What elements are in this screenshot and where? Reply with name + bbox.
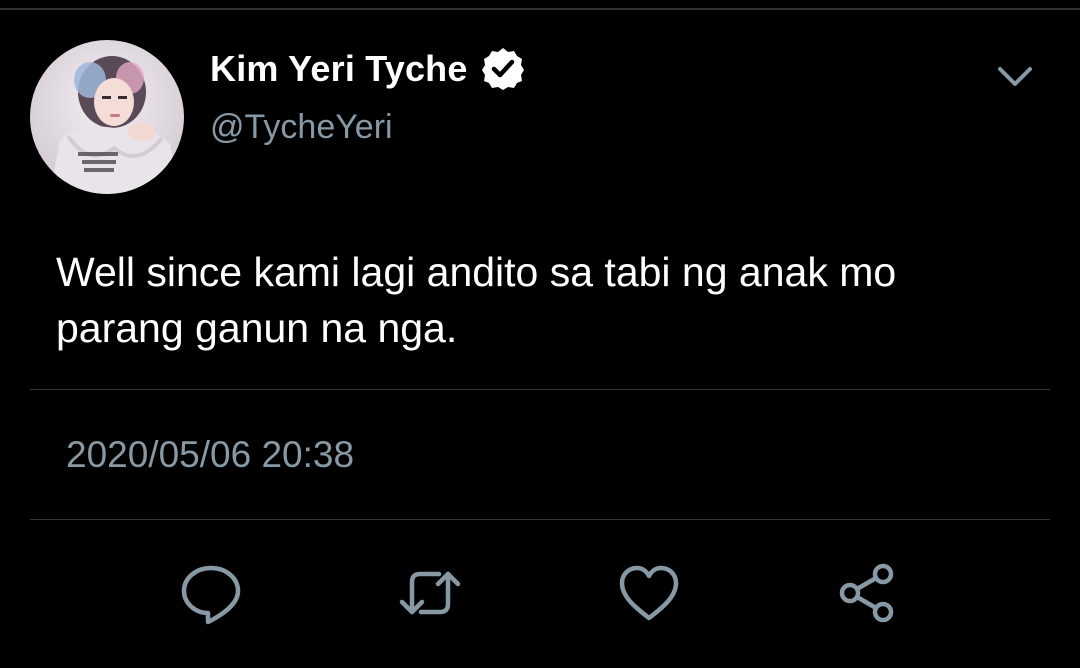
author-display-name[interactable]: Kim Yeri Tyche <box>210 48 468 90</box>
author-handle[interactable]: @TycheYeri <box>210 108 393 147</box>
author-name-row[interactable]: Kim Yeri Tyche <box>210 46 526 92</box>
reply-button[interactable] <box>178 560 244 626</box>
reply-icon <box>181 565 241 625</box>
chevron-down-icon[interactable] <box>995 60 1035 92</box>
share-button[interactable] <box>835 560 901 626</box>
divider <box>30 389 1050 390</box>
verified-badge-icon <box>480 46 526 92</box>
tweet-text: Well since kami lagi andito sa tabi ng a… <box>56 249 897 351</box>
like-button[interactable] <box>616 560 682 626</box>
top-divider <box>0 8 1080 10</box>
avatar[interactable] <box>30 40 184 194</box>
like-icon <box>619 565 679 621</box>
retweet-icon <box>399 571 461 615</box>
share-icon <box>839 563 894 623</box>
divider <box>30 519 1050 520</box>
retweet-button[interactable] <box>397 560 463 626</box>
tweet-timestamp[interactable]: 2020/05/06 20:38 <box>66 434 354 476</box>
avatar-image <box>30 40 184 194</box>
